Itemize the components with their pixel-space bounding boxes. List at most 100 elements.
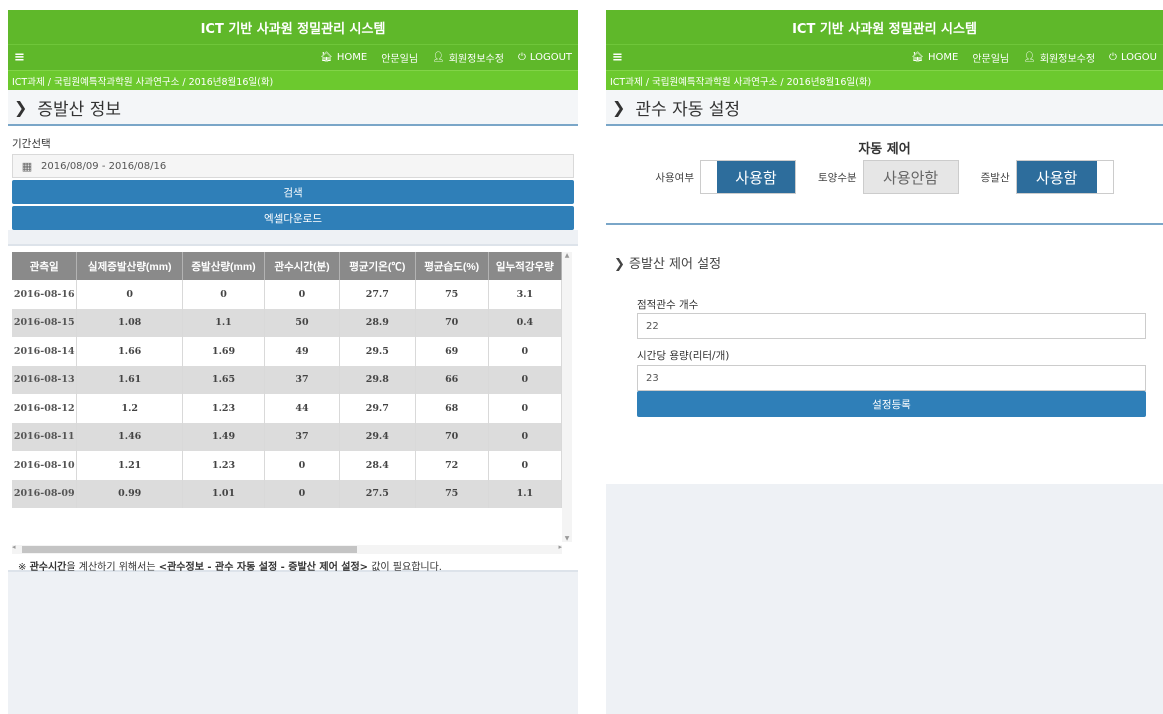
profile-edit-link[interactable]: 👤︎ 회원정보수정 — [1023, 50, 1095, 65]
table-cell: 1.2 — [76, 394, 184, 423]
table-cell: 1.66 — [76, 337, 184, 366]
scroll-left-icon[interactable]: ◂ — [12, 543, 16, 551]
top-navbar: ≡ 🏠︎ HOME 안문일님 👤︎ 회원정보수정 ⏻ LOGOUT — [8, 44, 578, 70]
power-icon: ⏻ — [517, 52, 526, 63]
table-cell: 27.5 — [339, 479, 416, 508]
table-row: 2016-08-13 1.61 1.65 37 29.8 66 0 — [12, 365, 562, 394]
hamburger-menu-icon[interactable]: ≡ — [612, 50, 623, 65]
scrollbar-thumb[interactable] — [22, 546, 357, 553]
user-icon: 👤︎ — [1023, 52, 1036, 63]
scroll-right-icon[interactable]: ▸ — [558, 543, 562, 551]
table-cell: 1.65 — [182, 365, 266, 394]
table-cell: 1.46 — [76, 422, 184, 451]
table-cell: 1.49 — [182, 422, 266, 451]
soil-moisture-toggle-value: 사용안함 — [863, 161, 958, 193]
table-cell: 29.8 — [339, 365, 416, 394]
toggle-label-soil: 토양수분 — [818, 171, 857, 184]
table-cell: 1.69 — [182, 337, 266, 366]
table-row: 2016-08-09 0.99 1.01 0 27.5 75 1.1 — [12, 479, 562, 508]
table-cell: 1.23 — [182, 451, 266, 480]
evap-control-settings: ❯ 증발산 제어 설정 점적관수 개수 22 시간당 용량(리터/개) 23 설… — [606, 225, 1163, 484]
table-cell: 1.21 — [76, 451, 184, 480]
table-cell: 29.4 — [339, 422, 416, 451]
logout-link[interactable]: ⏻ LOGOUT — [518, 52, 572, 63]
table-cell: 29.7 — [339, 394, 416, 423]
toggle-label-evap: 증발산 — [980, 171, 1010, 184]
date-range-input[interactable]: ▦ 2016/08/09 - 2016/08/16 — [12, 154, 574, 178]
table-cell: 2016-08-15 — [12, 308, 78, 337]
table-cell: 1.1 — [488, 479, 562, 508]
table-cell: 0 — [264, 451, 340, 480]
table-cell: 49 — [264, 337, 340, 366]
logout-link[interactable]: ⏻ LOGOU — [1109, 52, 1157, 63]
table-row: 2016-08-15 1.08 1.1 50 28.9 70 0.4 — [12, 308, 562, 337]
user-name: 안문일님 — [381, 54, 419, 65]
table-cell: 75 — [415, 479, 489, 508]
calculation-note: ※ 관수시간을 계산하기 위해서는 <관수정보 - 관수 자동 설정 - 증발산… — [18, 562, 442, 573]
evapotranspiration-panel: ICT 기반 사과원 정밀관리 시스템 ≡ 🏠︎ HOME 안문일님 👤︎ 회원정보… — [8, 10, 578, 714]
scroll-up-icon[interactable]: ▲ — [562, 252, 572, 259]
table-cell: 3.1 — [488, 280, 562, 309]
home-link[interactable]: 🏠︎ HOME — [911, 52, 958, 63]
table-cell: 66 — [415, 365, 489, 394]
column-header: 관수시간(분) — [264, 252, 340, 280]
table-cell: 69 — [415, 337, 489, 366]
chevron-right-icon: ❯ — [14, 97, 28, 117]
table-cell: 0 — [488, 365, 562, 394]
data-table-container: 관측일 실제증발산량(mm) 증발산량(mm) 관수시간(분) 평균기온(℃) … — [8, 252, 578, 573]
table-row: 2016-08-12 1.2 1.23 44 29.7 68 0 — [12, 394, 562, 423]
usage-toggle[interactable]: 사용함 — [700, 160, 796, 194]
table-cell: 37 — [264, 365, 340, 394]
drip-count-input[interactable]: 22 — [637, 313, 1146, 339]
table-cell: 0 — [488, 337, 562, 366]
search-button[interactable]: 검색 — [12, 180, 574, 204]
calendar-icon: ▦ — [21, 159, 33, 173]
column-header: 평균습도(%) — [415, 252, 489, 280]
table-cell: 37 — [264, 422, 340, 451]
chevron-right-icon: ❯ — [614, 257, 625, 272]
table-cell: 28.9 — [339, 308, 416, 337]
table-row: 2016-08-10 1.21 1.23 0 28.4 72 0 — [12, 451, 562, 480]
table-cell: 0 — [488, 451, 562, 480]
table-cell: 2016-08-16 — [12, 280, 78, 309]
user-icon: 👤︎ — [432, 52, 445, 63]
table-viewport: 관측일 실제증발산량(mm) 증발산량(mm) 관수시간(분) 평균기온(℃) … — [12, 252, 562, 542]
table-cell: 75 — [415, 280, 489, 309]
table-row: 2016-08-16 0 0 0 27.7 75 3.1 — [12, 280, 562, 309]
irrigation-auto-panel: ICT 기반 사과원 정밀관리 시스템 ≡ 🏠︎ HOME 안문일님 👤︎ 회원정보… — [606, 10, 1163, 714]
table-cell: 2016-08-14 — [12, 337, 78, 366]
table-cell: 1.01 — [182, 479, 266, 508]
toggle-row: 사용여부 사용함 토양수분 사용안함 증발산 사용함 — [606, 160, 1163, 194]
soil-moisture-toggle[interactable]: 사용안함 — [862, 160, 959, 194]
app-title: ICT 기반 사과원 정밀관리 시스템 — [606, 10, 1163, 44]
table-cell: 0.99 — [76, 479, 184, 508]
evapotranspiration-toggle[interactable]: 사용함 — [1015, 160, 1114, 194]
column-header: 실제증발산량(mm) — [76, 252, 184, 280]
period-label: 기간선택 — [12, 138, 51, 150]
table-cell: 1.1 — [182, 308, 266, 337]
scroll-down-icon[interactable]: ▼ — [562, 535, 572, 542]
hamburger-menu-icon[interactable]: ≡ — [14, 50, 25, 65]
register-settings-button[interactable]: 설정등록 — [637, 391, 1146, 417]
horizontal-scrollbar[interactable]: ◂ ▸ — [12, 543, 562, 554]
breadcrumb: ICT과제 / 국립원예특작과학원 사과연구소 / 2016년8월16일(화) — [606, 70, 1163, 90]
table-cell: 2016-08-12 — [12, 394, 78, 423]
home-icon: 🏠︎ — [911, 52, 924, 63]
vertical-scrollbar[interactable]: ▲ ▼ — [562, 252, 572, 542]
table-cell: 68 — [415, 394, 489, 423]
excel-download-button[interactable]: 엑셀다운로드 — [12, 206, 574, 230]
table-cell: 1.61 — [76, 365, 184, 394]
page-title: ❯ 증발산 정보 — [8, 90, 578, 126]
table-cell: 1.23 — [182, 394, 266, 423]
table-header-row: 관측일 실제증발산량(mm) 증발산량(mm) 관수시간(분) 평균기온(℃) … — [12, 252, 562, 280]
table-cell: 2016-08-10 — [12, 451, 78, 480]
breadcrumb: ICT과제 / 국립원예특작과학원 사과연구소 / 2016년8월16일(화) — [8, 70, 578, 90]
search-form: 기간선택 ▦ 2016/08/09 - 2016/08/16 검색 엑셀다운로드 — [8, 126, 578, 230]
rate-input[interactable]: 23 — [637, 365, 1146, 391]
profile-edit-link[interactable]: 👤︎ 회원정보수정 — [432, 50, 504, 65]
home-link[interactable]: 🏠︎ HOME — [320, 52, 367, 63]
table-cell: 0 — [488, 422, 562, 451]
toggle-label-usage: 사용여부 — [655, 171, 694, 184]
column-header: 일누적강우량 — [488, 252, 562, 280]
home-icon: 🏠︎ — [320, 52, 333, 63]
